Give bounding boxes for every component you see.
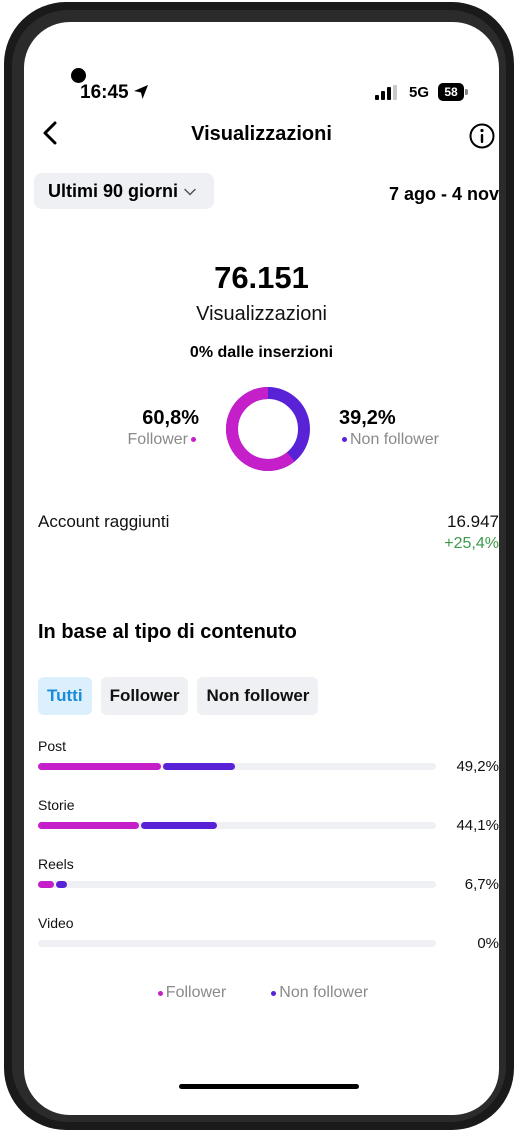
content-row-label: Post: [38, 738, 67, 754]
content-row-percentage: 6,7%: [464, 876, 499, 893]
content-row-label: Storie: [38, 797, 75, 813]
ads-share-note: 0% dalle inserzioni: [189, 344, 334, 361]
battery-tip: [465, 89, 468, 95]
total-views-label: Visualizzazioni: [196, 303, 327, 325]
battery-level: 58: [438, 83, 464, 101]
power-button: [508, 332, 514, 427]
location-arrow-icon: [134, 85, 148, 99]
non-follower-bar-segment: [141, 822, 218, 829]
follower-bar-segment: [38, 763, 162, 770]
content-row-percentage: 44,1%: [456, 817, 499, 834]
legend-non-follower: Non follower: [268, 984, 368, 1002]
legend-follower: Follower: [155, 984, 226, 1002]
period-dropdown[interactable]: Ultimi 90 giorni: [34, 173, 215, 209]
total-views-value: 76.151: [214, 260, 309, 295]
date-range: 7 ago - 4 nov: [388, 184, 499, 204]
content-row-percentage: 0%: [477, 935, 499, 952]
content-row-bar: [38, 822, 436, 829]
content-row-post[interactable]: Post 49,2%: [24, 738, 499, 790]
accounts-reached-label[interactable]: Account raggiunti: [38, 512, 169, 532]
content-row-bar: [38, 763, 436, 770]
front-camera: [71, 68, 86, 83]
content-row-label: Video: [38, 915, 74, 931]
non-follower-percentage: 39,2%: [339, 407, 396, 429]
accounts-reached-value: 16.947: [447, 512, 499, 531]
content-type-section-title: In base al tipo di contenuto: [38, 621, 297, 643]
non-follower-bar-segment: [163, 763, 235, 770]
legend-non-follower-label: Non follower: [279, 984, 369, 1001]
content-row-video[interactable]: Video 0%: [24, 915, 499, 967]
period-dropdown-label: Ultimi 90 giorni: [48, 180, 179, 201]
signal-icon: [375, 85, 397, 100]
status-time: 16:45: [80, 82, 129, 103]
battery-icon: 58: [438, 83, 468, 101]
non-follower-stat: 39,2% Non follower: [339, 407, 439, 449]
content-row-reels[interactable]: Reels 6,7%: [24, 856, 499, 908]
non-follower-bar-segment: [55, 881, 67, 888]
tab-non-follower[interactable]: Non follower: [197, 677, 319, 715]
legend-follower-dot: [157, 990, 163, 996]
follower-bar-segment: [38, 881, 54, 888]
content-row-label: Reels: [38, 856, 74, 872]
audience-filter-tabs: Tutti Follower Non follower: [38, 677, 319, 715]
follower-stat-label: Follower: [128, 431, 199, 449]
content-row-stories[interactable]: Storie 44,1%: [24, 797, 499, 849]
content-row-bar: [38, 940, 436, 947]
chevron-down-icon: [184, 188, 196, 196]
legend-non-follower-dot: [271, 990, 277, 996]
follower-dot: [191, 437, 196, 443]
follower-stat-text: Follower: [127, 431, 188, 448]
home-indicator[interactable]: [179, 1084, 359, 1089]
content-row-bar: [38, 881, 436, 888]
non-follower-dot: [342, 437, 347, 443]
screen: 16:45 5G 58 Visualizzazioni Ultimi 90 gi…: [24, 22, 499, 1115]
non-follower-stat-label: Non follower: [339, 431, 439, 449]
network-type: 5G: [409, 84, 430, 101]
non-follower-stat-text: Non follower: [350, 431, 439, 448]
phone-frame: 16:45 5G 58 Visualizzazioni Ultimi 90 gi…: [4, 2, 514, 1130]
tab-follower[interactable]: Follower: [100, 677, 189, 715]
chart-legend: Follower Non follower: [24, 984, 499, 1002]
follower-donut-chart: [226, 387, 310, 471]
page-title: Visualizzazioni: [191, 123, 332, 145]
volume-up-button: [4, 312, 10, 377]
content-row-percentage: 49,2%: [456, 758, 499, 775]
info-icon[interactable]: [468, 122, 496, 150]
follower-stat: 60,8% Follower: [128, 407, 199, 449]
follower-bar-segment: [38, 822, 140, 829]
accounts-reached-change: +25,4%: [444, 535, 499, 552]
follower-percentage: 60,8%: [142, 407, 199, 429]
volume-down-button: [4, 392, 10, 457]
tab-all[interactable]: Tutti: [38, 677, 92, 715]
legend-follower-label: Follower: [165, 984, 227, 1001]
